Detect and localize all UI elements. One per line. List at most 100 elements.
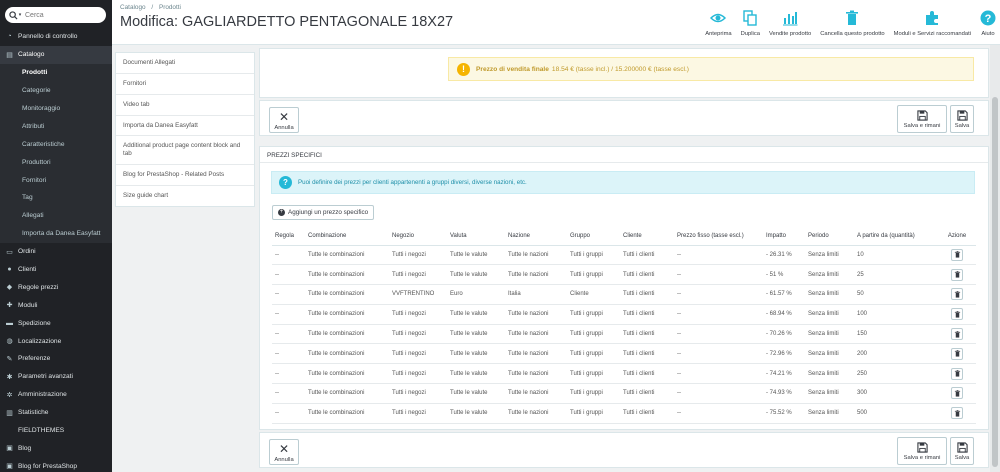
table-cell: Senza limiti [805, 245, 854, 266]
sidebar-nav: ◔ Pannello di controllo ▤ Catalogo Prodotti C… [0, 28, 112, 472]
save-icon [956, 109, 968, 121]
scrollbar-thumb[interactable] [992, 97, 998, 467]
product-sales-button[interactable]: Vendite prodotto [769, 10, 811, 37]
delete-specific-price-button[interactable] [951, 248, 963, 261]
save-icon [956, 441, 968, 453]
table-cell: -- [272, 245, 305, 266]
table-cell: - 70.26 % [763, 324, 805, 345]
delete-specific-price-button[interactable] [951, 308, 963, 321]
tab-importa-da-danea-easyfatt[interactable]: Importa da Danea Easyfatt [116, 116, 254, 137]
add-specific-price-button[interactable]: + Aggiungi un prezzo specifico [272, 205, 375, 220]
delete-specific-price-button[interactable] [951, 367, 963, 380]
recommended-modules-button[interactable]: Moduli e Servizi raccomandati [894, 10, 971, 37]
delete-specific-price-button[interactable] [951, 387, 963, 400]
table-cell: Tutti i negozi [389, 245, 447, 266]
table-cell: - 72.96 % [763, 343, 805, 365]
sidebar-item-localizzazione[interactable]: ◍ Localizzazione [0, 332, 112, 350]
table-cell: Tutte le nazioni [505, 245, 567, 266]
sidebar-item-parametri-avanzati[interactable]: ✱ Parametri avanzati [0, 368, 112, 386]
sidebar-item-statistiche[interactable]: ▥ Statistiche [0, 404, 112, 422]
sidebar-item-monitoraggio[interactable]: Monitoraggio [0, 99, 112, 118]
sidebar-item-importa-da-danea-easyfatt[interactable]: Importa da Danea Easyfatt [0, 224, 112, 243]
table-cell: 150 [854, 324, 938, 345]
sidebar-item-blog-for-prestashop[interactable]: ▣ Blog for PrestaShop [0, 457, 112, 472]
table-row: -- Tutte le combinazioni Tutti i negozi Tut… [272, 383, 976, 404]
sidebar-item-ordini[interactable]: ▭ Ordini [0, 243, 112, 261]
table-cell: Senza limiti [805, 284, 854, 305]
tab-fornitori[interactable]: Fornitori [116, 74, 254, 95]
sidebar-item-allegati[interactable]: Allegati [0, 206, 112, 225]
preview-button[interactable]: Anteprima [705, 10, 732, 37]
tab-video-tab[interactable]: Video tab [116, 95, 254, 116]
table-cell: VVFTRENTINO [389, 284, 447, 305]
delete-specific-price-button[interactable] [951, 328, 963, 341]
save-and-stay-button-bottom[interactable]: Salva e rimani [897, 437, 947, 465]
sidebar-item-produttori[interactable]: Produttori [0, 153, 112, 172]
tab-documenti-allegati[interactable]: Documenti Allegati [116, 53, 254, 74]
puzzle-icon [926, 11, 939, 25]
cancel-button[interactable]: ✕ Annulla [269, 107, 299, 133]
sidebar-item-amministrazione[interactable]: ✲ Amministrazione [0, 386, 112, 404]
sidebar-item-moduli[interactable]: ✚ Moduli [0, 296, 112, 314]
sidebar-item-label: Attributi [22, 122, 45, 130]
column-header: Gruppo [567, 227, 620, 246]
sidebar-item-prodotti[interactable]: Prodotti [0, 63, 112, 82]
sidebar-item-caratteristiche[interactable]: Caratteristiche [0, 135, 112, 154]
search-box[interactable]: ▾ [5, 7, 106, 23]
delete-product-button[interactable]: Cancella questo prodotto [820, 10, 885, 37]
breadcrumb-prodotti[interactable]: Prodotti [159, 4, 181, 11]
table-cell: Tutti i clienti [620, 324, 674, 345]
page-scrollbar[interactable] [990, 45, 1000, 472]
cancel-button-bottom[interactable]: ✕ Annulla [269, 439, 299, 465]
sidebar-item-spedizione[interactable]: ▬ Spedizione [0, 314, 112, 332]
tab-additional-product-page-content-block-and-tab[interactable]: Additional product page content block an… [116, 136, 254, 166]
sidebar-item-attributi[interactable]: Attributi [0, 117, 112, 136]
specific-prices-title: Prezzi specifici [267, 152, 322, 159]
table-cell: -- [272, 363, 305, 385]
tag-icon: ◆ [6, 284, 13, 292]
recommended-modules-label: Moduli e Servizi raccomandati [893, 31, 971, 37]
search-icon[interactable]: ▾ [5, 7, 25, 23]
tab-blog-for-prestashop-related-posts[interactable]: Blog for PrestaShop - Related Posts [116, 165, 254, 187]
blog-icon: ▣ [6, 463, 13, 471]
table-cell: -- [674, 264, 763, 286]
table-row: -- Tutte le combinazioni Tutti i negozi Tut… [272, 403, 976, 424]
sidebar-item-regole-prezzi[interactable]: ◆ Regole prezzi [0, 278, 112, 296]
table-cell: -- [674, 324, 763, 345]
sidebar-item-categorie[interactable]: Categorie [0, 81, 112, 100]
delete-specific-price-button[interactable] [951, 407, 963, 420]
delete-specific-price-button[interactable] [951, 347, 963, 360]
column-header: Valuta [447, 227, 505, 246]
globe-icon: ◍ [6, 338, 13, 346]
delete-specific-price-button[interactable] [951, 288, 963, 301]
duplicate-button[interactable]: Duplica [741, 10, 760, 37]
breadcrumb-catalogo[interactable]: Catalogo [120, 4, 146, 11]
delete-specific-price-button[interactable] [951, 268, 963, 281]
table-cell: Senza limiti [805, 324, 854, 345]
table-cell: Tutte le nazioni [505, 324, 567, 345]
save-button[interactable]: Salva [950, 105, 974, 133]
sidebar-item-clienti[interactable]: ● Clienti [0, 261, 112, 279]
sidebar-item-preferenze[interactable]: ✎ Preferenze [0, 350, 112, 368]
table-cell-action [938, 245, 976, 266]
sidebar-item-catalogo[interactable]: ▤ Catalogo [0, 45, 112, 64]
sidebar-item-blog[interactable]: ▣ Blog [0, 439, 112, 457]
sidebar-item-pannello-di-controllo[interactable]: ◔ Pannello di controllo [0, 28, 112, 46]
sidebar-item-fornitori[interactable]: Fornitori [0, 171, 112, 190]
save-button-bottom[interactable]: Salva [950, 437, 974, 465]
panel-divider [260, 162, 988, 163]
sidebar-item-tag[interactable]: Tag [0, 189, 112, 207]
help-button[interactable]: ? Aiuto [980, 10, 996, 37]
table-cell: Tutti i gruppi [567, 264, 620, 286]
table-cell: Tutte le valute [447, 343, 505, 365]
table-cell: - 74.93 % [763, 383, 805, 404]
tab-size-guide-chart[interactable]: Size guide chart [116, 186, 254, 206]
trash-icon [954, 409, 960, 417]
sidebar-item-fieldthemes[interactable]: FIELDTHEMES [0, 422, 112, 440]
save-and-stay-button[interactable]: Salva e rimani [897, 105, 947, 133]
column-header: A partire da (quantità) [854, 227, 938, 246]
search-input[interactable] [25, 11, 99, 19]
table-cell: Senza limiti [805, 403, 854, 424]
table-cell: Senza limiti [805, 304, 854, 325]
sidebar-item-label: Pannello di controllo [18, 33, 78, 41]
